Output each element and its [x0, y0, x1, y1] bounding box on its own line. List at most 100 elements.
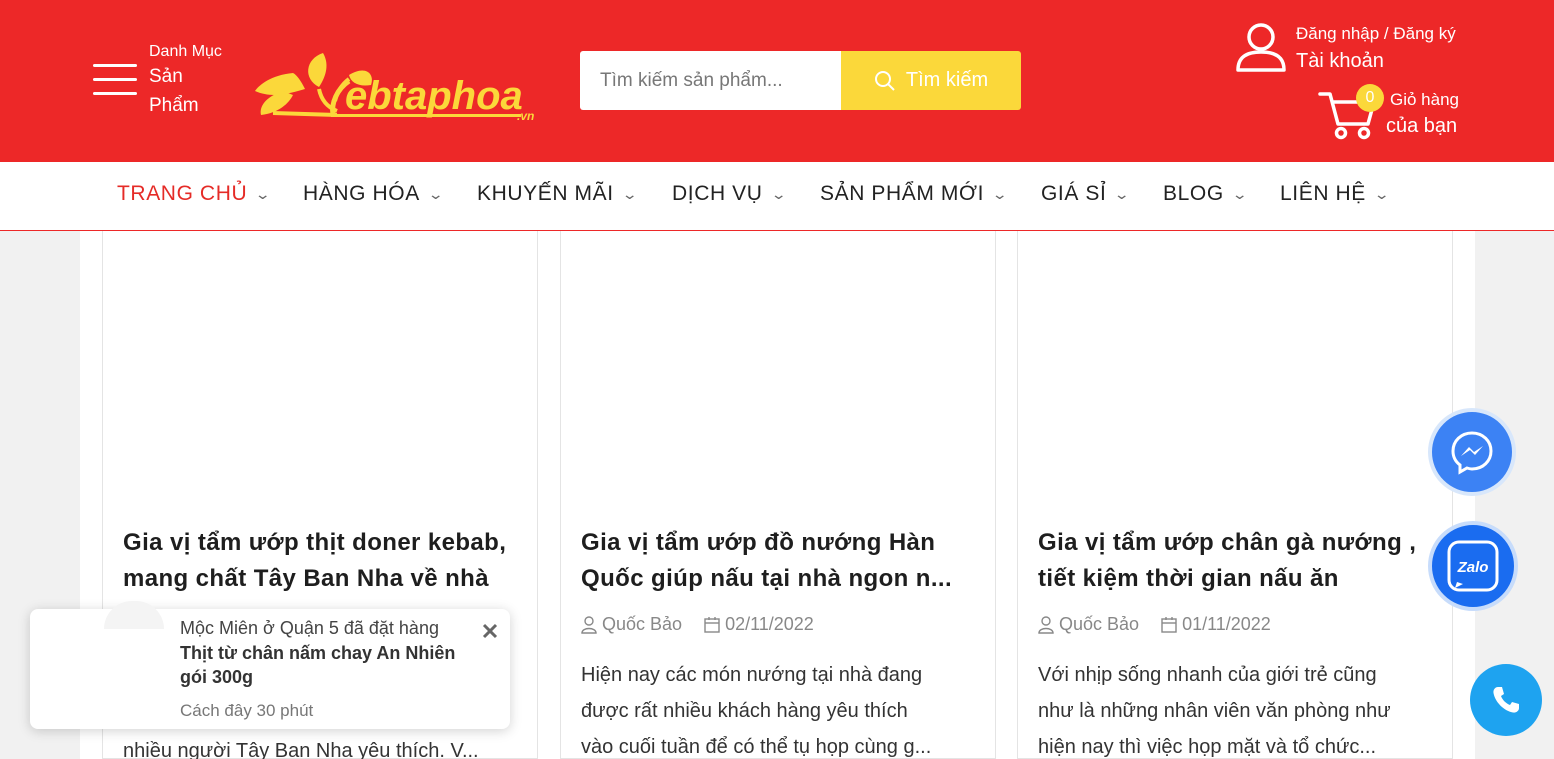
- chevron-down-icon: ⌄: [254, 185, 273, 202]
- nav-item-khuyen-mai[interactable]: KHUYẾN MÃI ⌄: [477, 182, 639, 206]
- post-excerpt: Hiện nay các món nướng tại nhà đang được…: [581, 657, 977, 759]
- user-icon: [1236, 23, 1286, 72]
- nav-item-trang-chu[interactable]: TRANG CHỦ ⌄: [117, 182, 273, 206]
- post-excerpt-line: như là những nhân viên văn phòng như: [1038, 700, 1391, 722]
- post-author-name: Quốc Bảo: [602, 614, 683, 634]
- chevron-down-icon: ⌄: [770, 185, 788, 202]
- logo-text: ebtaphoa: [345, 74, 523, 118]
- author-icon: [1038, 615, 1054, 634]
- blog-post-card[interactable]: Gia vị tẩm ướp đồ nướng Hàn Quốc giúp nấ…: [560, 231, 996, 759]
- post-excerpt-line: hiện nay thì việc họp mặt và tổ chức...: [1038, 736, 1377, 758]
- post-title-line: Quốc giúp nấu tại nhà ngon n...: [581, 565, 953, 592]
- nav-item-label: HÀNG HÓA: [303, 182, 420, 205]
- nav-item-lien-he[interactable]: LIÊN HỆ ⌄: [1280, 182, 1391, 206]
- logo-suffix: .vn: [517, 109, 534, 123]
- post-thumbnail[interactable]: [1018, 231, 1452, 501]
- chevron-down-icon: ⌄: [1373, 185, 1391, 202]
- post-excerpt-line: nhiều người Tây Ban Nha yêu thích. V...: [123, 740, 479, 759]
- post-thumbnail[interactable]: [561, 231, 995, 501]
- post-title-line: mang chất Tây Ban Nha về nhà: [123, 565, 489, 592]
- nav-item-label: KHUYẾN MÃI: [477, 182, 614, 205]
- post-date: 02/11/2022: [704, 614, 814, 635]
- post-thumbnail[interactable]: [103, 231, 537, 501]
- phone-call-button[interactable]: [1470, 664, 1542, 736]
- account-label: Tài khoản: [1296, 50, 1384, 72]
- recent-order-popup[interactable]: Mộc Miên ở Quận 5 đã đặt hàng Thịt từ ch…: [30, 601, 510, 729]
- post-excerpt: Với nhịp sống nhanh của giới trẻ cũng nh…: [1038, 657, 1434, 759]
- nav-item-gia-si[interactable]: GIÁ SỈ ⌄: [1041, 182, 1132, 206]
- account-link[interactable]: Đăng nhập / Đăng ký Tài khoản: [1234, 22, 1474, 76]
- post-excerpt-line: Hiện nay các món nướng tại nhà đang: [581, 664, 923, 686]
- search-button[interactable]: Tìm kiếm: [841, 51, 1021, 110]
- search-icon: [874, 70, 895, 91]
- chevron-down-icon: ⌄: [1113, 185, 1132, 202]
- post-author-name: Quốc Bảo: [1059, 614, 1140, 634]
- top-header: Danh Mục Sản Phẩm ebtaphoa .vn Tìm kiếm …: [0, 0, 1554, 162]
- ordered-product-name[interactable]: Thịt từ chân nấm chay An Nhiên gói 300g: [180, 641, 480, 689]
- nav-item-label: TRANG CHỦ: [117, 182, 248, 205]
- chevron-down-icon: ⌄: [991, 185, 1009, 202]
- zalo-label: Zalo: [1457, 559, 1489, 576]
- category-menu-line2: Sản: [149, 66, 183, 87]
- category-menu-line1: Danh Mục: [149, 43, 222, 60]
- zalo-icon: Zalo: [1447, 540, 1499, 592]
- search-input[interactable]: [580, 51, 842, 110]
- nav-item-label: BLOG: [1163, 182, 1224, 205]
- chevron-down-icon: ⌄: [621, 185, 639, 202]
- nav-item-label: DỊCH VỤ: [672, 182, 763, 205]
- close-icon[interactable]: [479, 620, 501, 642]
- cart-count-badge: 0: [1356, 84, 1384, 112]
- post-title[interactable]: Gia vị tẩm ướp đồ nướng Hàn Quốc giúp nấ…: [581, 525, 977, 597]
- hamburger-icon: [93, 62, 137, 98]
- post-excerpt-line: Với nhịp sống nhanh của giới trẻ cũng: [1038, 664, 1377, 686]
- calendar-icon: [704, 617, 720, 633]
- chevron-down-icon: ⌄: [1231, 185, 1249, 202]
- nav-item-blog[interactable]: BLOG ⌄: [1163, 182, 1249, 206]
- ordered-product-line: Thịt từ chân nấm chay An Nhiên: [180, 643, 456, 663]
- post-meta: Quốc Bảo 01/11/2022: [1038, 614, 1271, 635]
- post-author: Quốc Bảo: [1038, 614, 1139, 635]
- post-title-line: Gia vị tẩm ướp chân gà nướng ,: [1038, 529, 1417, 556]
- main-nav: TRANG CHỦ ⌄ HÀNG HÓA ⌄ KHUYẾN MÃI ⌄ DỊCH VỤ…: [0, 162, 1554, 231]
- nav-item-label: SẢN PHẨM MỚI: [820, 182, 985, 205]
- nav-item-san-pham-moi[interactable]: SẢN PHẨM MỚI ⌄: [820, 182, 1009, 206]
- post-excerpt-line: được rất nhiều khách hàng yêu thích: [581, 700, 908, 722]
- order-time: Cách đây 30 phút: [180, 701, 314, 720]
- post-date-value: 01/11/2022: [1182, 614, 1271, 634]
- post-title-line: Gia vị tẩm ướp đồ nướng Hàn: [581, 529, 936, 556]
- post-title[interactable]: Gia vị tẩm ướp chân gà nướng , tiết kiệm…: [1038, 525, 1434, 597]
- login-register-label[interactable]: Đăng nhập / Đăng ký: [1296, 24, 1456, 44]
- calendar-icon: [1161, 617, 1177, 633]
- messenger-button[interactable]: [1428, 408, 1516, 496]
- author-icon: [581, 615, 597, 634]
- nav-item-hang-hoa[interactable]: HÀNG HÓA ⌄: [303, 182, 445, 206]
- cart-link[interactable]: 0 Giỏ hàng của bạn: [1318, 84, 1478, 144]
- post-author: Quốc Bảo: [581, 614, 682, 635]
- ordered-product-line: gói 300g: [180, 667, 254, 687]
- post-title-line: Gia vị tẩm ướp thịt doner kebab,: [123, 529, 507, 556]
- post-title[interactable]: Gia vị tẩm ướp thịt doner kebab, mang ch…: [123, 525, 519, 597]
- category-menu-line3: Phẩm: [149, 95, 199, 116]
- category-menu-toggle[interactable]: Danh Mục Sản Phẩm: [93, 42, 233, 124]
- zalo-button[interactable]: Zalo: [1428, 521, 1518, 611]
- post-title-line: tiết kiệm thời gian nấu ăn: [1038, 565, 1339, 592]
- logo-graphic: ebtaphoa .vn: [255, 53, 534, 123]
- category-menu-label: Danh Mục Sản Phẩm: [149, 42, 239, 120]
- post-date: 01/11/2022: [1161, 614, 1271, 635]
- blog-post-card[interactable]: Gia vị tẩm ướp chân gà nướng , tiết kiệm…: [1017, 231, 1453, 759]
- cart-label-line1: Giỏ hàng: [1390, 90, 1459, 109]
- nav-item-label: LIÊN HỆ: [1280, 182, 1366, 205]
- search-bar: Tìm kiếm: [580, 51, 1021, 110]
- post-excerpt-line: vào cuối tuần để có thể tụ họp cùng g...: [581, 736, 932, 758]
- site-logo[interactable]: ebtaphoa .vn: [253, 45, 553, 125]
- post-date-value: 02/11/2022: [725, 614, 814, 634]
- order-notice: Mộc Miên ở Quận 5 đã đặt hàng: [180, 618, 439, 638]
- messenger-icon: [1451, 431, 1493, 475]
- chevron-down-icon: ⌄: [427, 185, 445, 202]
- nav-item-label: GIÁ SỈ: [1041, 182, 1107, 205]
- search-button-label: Tìm kiếm: [905, 69, 989, 91]
- cart-label-line2: của bạn: [1386, 115, 1458, 137]
- post-meta: Quốc Bảo 02/11/2022: [581, 614, 814, 635]
- nav-item-dich-vu[interactable]: DỊCH VỤ ⌄: [672, 182, 788, 206]
- phone-icon: [1493, 687, 1519, 713]
